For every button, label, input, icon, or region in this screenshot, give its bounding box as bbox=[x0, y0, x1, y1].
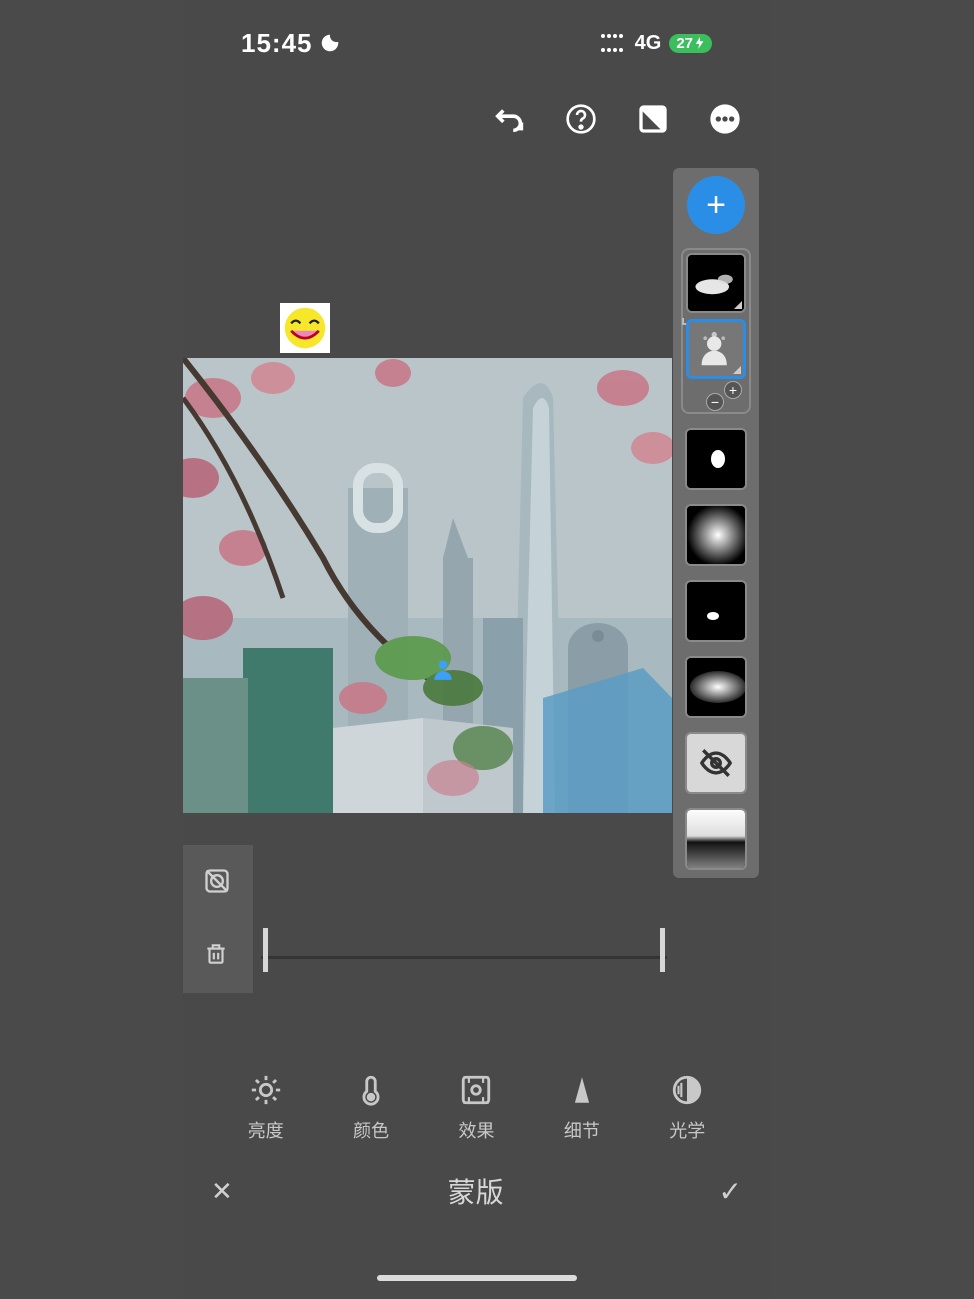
add-layer-button[interactable]: + bbox=[687, 176, 745, 234]
effect-icon bbox=[459, 1073, 493, 1107]
mask-preset-ellipse-soft[interactable] bbox=[685, 656, 747, 718]
brightness-icon bbox=[249, 1073, 283, 1107]
battery-indicator: 27 bbox=[669, 34, 712, 53]
network-label: 4G bbox=[635, 32, 662, 55]
signal-icon bbox=[601, 34, 627, 52]
mask-preset-radial-small[interactable] bbox=[685, 428, 747, 490]
battery-value: 27 bbox=[676, 35, 693, 52]
mask-preset-dot[interactable] bbox=[685, 580, 747, 642]
subject-marker-icon[interactable] bbox=[430, 656, 456, 682]
status-time: 15:45 bbox=[241, 28, 313, 59]
more-button[interactable] bbox=[706, 100, 744, 138]
active-layer-group: + − bbox=[681, 248, 751, 414]
layer-minus-button[interactable]: − bbox=[706, 393, 724, 411]
delete-button[interactable] bbox=[203, 941, 233, 971]
top-actions bbox=[490, 100, 744, 138]
tab-brightness[interactable]: 亮度 bbox=[248, 1073, 284, 1143]
compare-button[interactable] bbox=[634, 100, 672, 138]
undo-button[interactable] bbox=[490, 100, 528, 138]
layer-thumb-top[interactable] bbox=[686, 253, 746, 313]
tab-detail[interactable]: 细节 bbox=[564, 1073, 600, 1143]
layer-thumb-mask-selected[interactable] bbox=[686, 319, 746, 379]
slider-min-tick bbox=[263, 928, 268, 972]
phone-frame: 15:45 4G 27 bbox=[183, 0, 770, 1299]
slider-bar bbox=[261, 956, 667, 959]
confirm-button[interactable]: ✓ bbox=[719, 1175, 742, 1208]
charging-icon bbox=[695, 37, 705, 49]
do-not-disturb-icon bbox=[319, 32, 341, 54]
status-bar: 15:45 4G 27 bbox=[183, 28, 770, 58]
tab-label: 亮度 bbox=[248, 1117, 284, 1143]
temperature-icon bbox=[354, 1073, 388, 1107]
layer-plus-button[interactable]: + bbox=[724, 381, 742, 399]
help-button[interactable] bbox=[562, 100, 600, 138]
smiley-sticker[interactable] bbox=[280, 303, 330, 353]
mode-title: 蒙版 bbox=[448, 1171, 504, 1211]
tab-effect[interactable]: 效果 bbox=[458, 1073, 494, 1143]
status-right: 4G 27 bbox=[601, 32, 712, 55]
adjustment-tabs: 亮度 颜色 效果 细节 光学 bbox=[183, 1058, 770, 1158]
bottom-bar: ✕ 蒙版 ✓ bbox=[183, 1160, 770, 1222]
detail-icon bbox=[565, 1073, 599, 1107]
tab-color[interactable]: 颜色 bbox=[353, 1073, 389, 1143]
mask-preset-hidden[interactable] bbox=[685, 732, 747, 794]
image-canvas[interactable] bbox=[183, 358, 672, 813]
tab-label: 效果 bbox=[458, 1117, 494, 1143]
layers-panel: + + − bbox=[673, 168, 759, 878]
adjustment-slider[interactable] bbox=[261, 918, 667, 978]
tab-label: 细节 bbox=[564, 1117, 600, 1143]
slider-max-tick bbox=[660, 928, 665, 972]
status-left: 15:45 bbox=[241, 28, 341, 59]
home-indicator[interactable] bbox=[377, 1275, 577, 1281]
lens-icon bbox=[670, 1073, 704, 1107]
canvas-image bbox=[183, 358, 672, 813]
tab-label: 光学 bbox=[669, 1117, 705, 1143]
canvas-side-tools bbox=[183, 845, 253, 993]
mask-preset-radial-soft[interactable] bbox=[685, 504, 747, 566]
invert-mask-button[interactable] bbox=[203, 867, 233, 897]
cancel-button[interactable]: ✕ bbox=[211, 1176, 233, 1207]
layer-adjust-buttons: + − bbox=[708, 385, 740, 409]
mask-preset-linear[interactable] bbox=[685, 808, 747, 870]
tab-label: 颜色 bbox=[353, 1117, 389, 1143]
tab-optics[interactable]: 光学 bbox=[669, 1073, 705, 1143]
